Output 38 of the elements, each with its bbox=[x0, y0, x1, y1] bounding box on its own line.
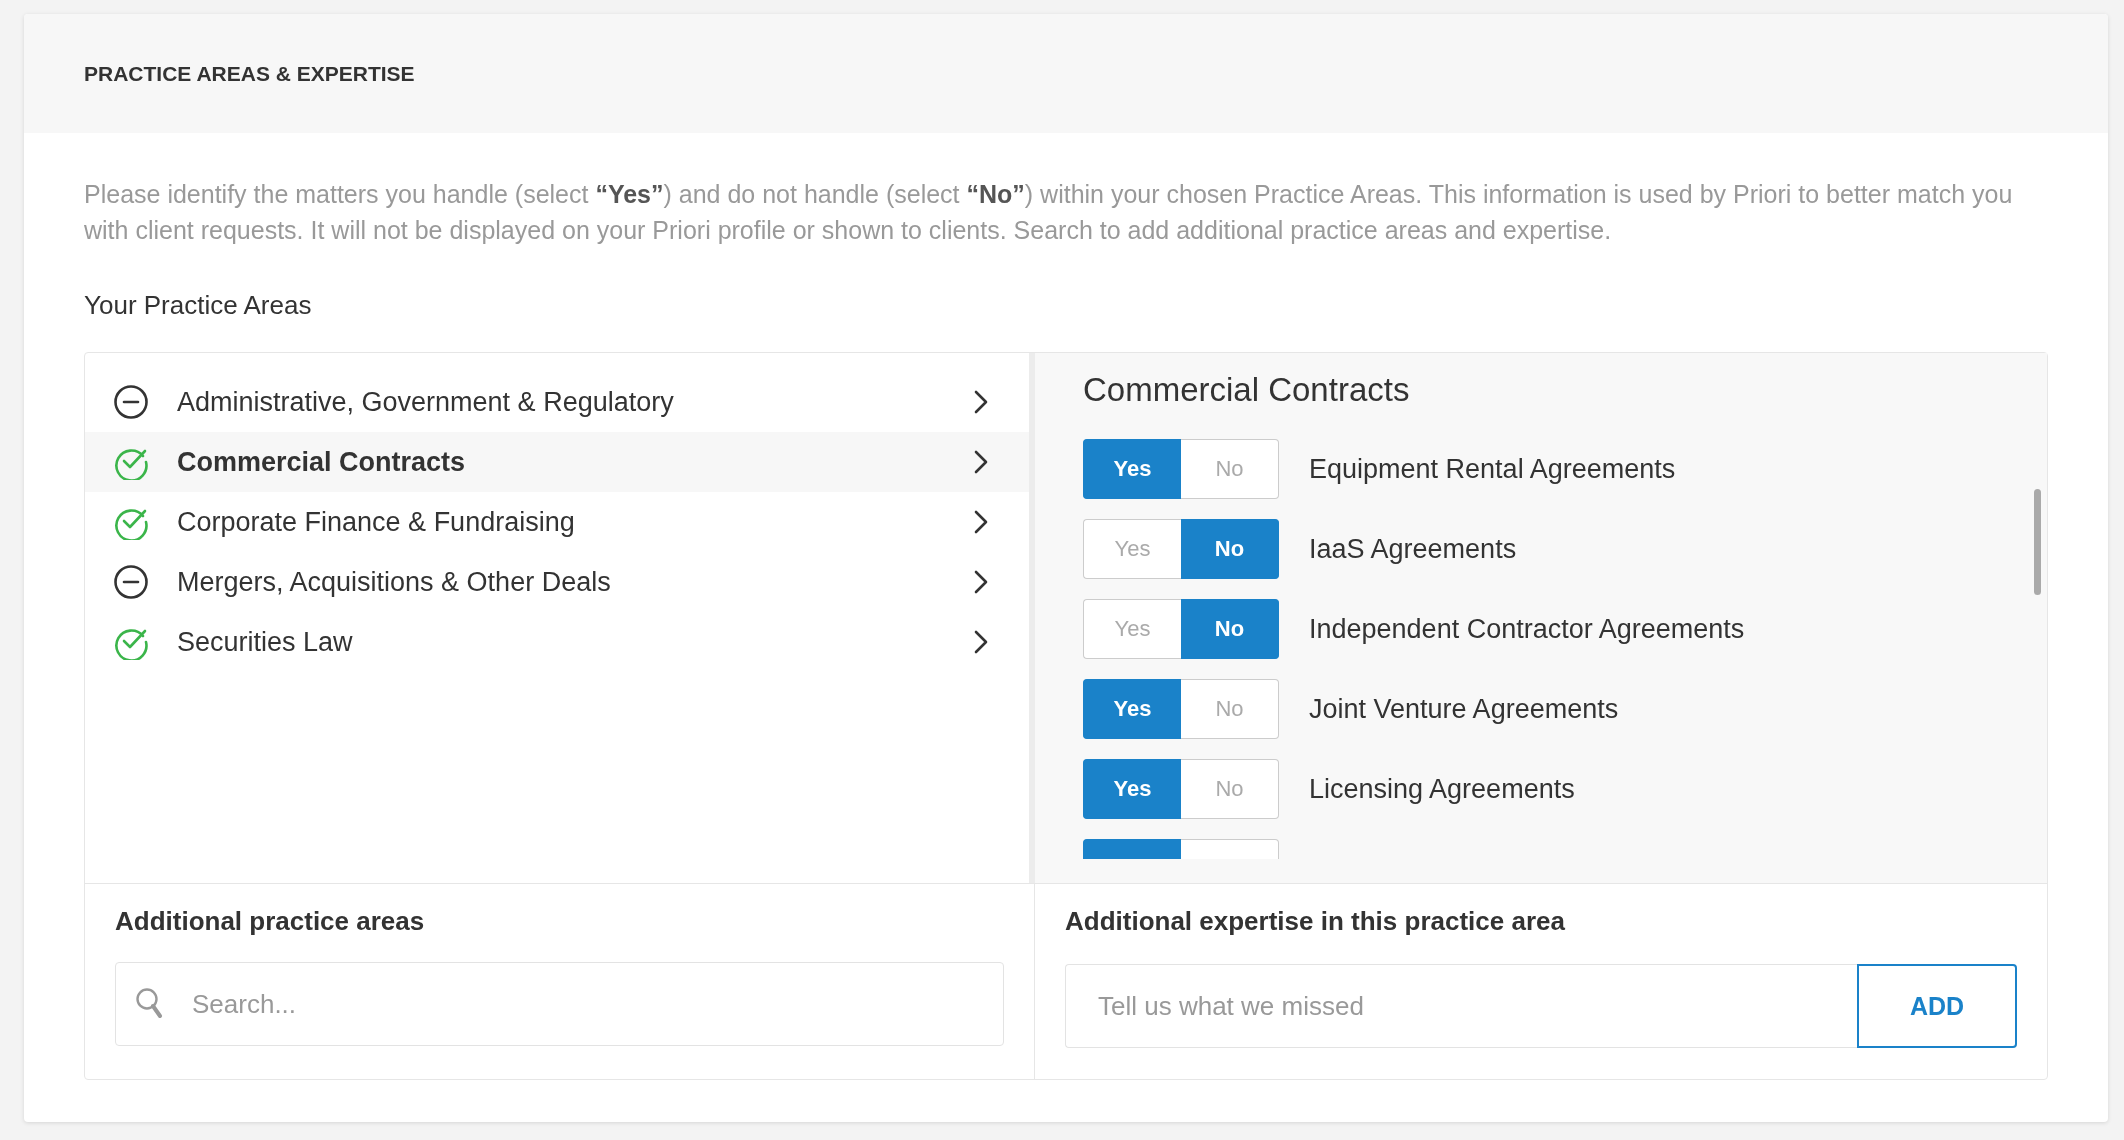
no-option[interactable]: No bbox=[1181, 519, 1279, 579]
chevron-right-icon bbox=[973, 389, 989, 415]
minus-circle-icon bbox=[113, 384, 149, 420]
yes-option[interactable]: Yes bbox=[1083, 439, 1181, 499]
chevron-right-icon bbox=[973, 629, 989, 655]
practice-area-item[interactable]: Commercial Contracts bbox=[85, 432, 1029, 492]
chevron-right-icon bbox=[973, 509, 989, 535]
description-text: Please identify the matters you handle (select “Yes”) and do not handle (select “No”) within your chosen Practice Areas. This information is used by Priori to better match you with client requests. It will not be displayed on your Priori profile or shown to clients. Search to add additional practice areas and expertise. bbox=[84, 179, 2014, 246]
yes-option[interactable]: Yes bbox=[1083, 679, 1181, 739]
yes-option[interactable]: Yes bbox=[1083, 519, 1181, 579]
section-heading: PRACTICE AREAS & EXPERTISE bbox=[84, 61, 415, 86]
practice-area-item[interactable]: Administrative, Government & Regulatory bbox=[85, 372, 1029, 432]
practice-area-title: Commercial Contracts bbox=[1083, 371, 1411, 410]
no-option[interactable]: No bbox=[1181, 439, 1279, 499]
no-option[interactable]: No bbox=[1181, 679, 1279, 739]
scrollbar-thumb[interactable] bbox=[2034, 489, 2041, 595]
no-option[interactable]: No bbox=[1181, 759, 1279, 819]
yes-option[interactable]: Yes bbox=[1083, 759, 1181, 819]
expertise-label: Licensing Agreements bbox=[1309, 773, 1575, 805]
chevron-right-icon bbox=[973, 449, 989, 475]
practice-area-item[interactable]: Mergers, Acquisitions & Other Deals bbox=[85, 552, 1029, 612]
add-button[interactable]: ADD bbox=[1857, 964, 2017, 1048]
expertise-label: Independent Contractor Agreements bbox=[1309, 613, 1745, 645]
subsection-title: Your Practice Areas bbox=[84, 290, 313, 322]
yes-option[interactable]: Yes bbox=[1083, 599, 1181, 659]
search-icon bbox=[135, 987, 165, 1021]
minus-circle-icon bbox=[113, 564, 149, 600]
practice-area-item[interactable]: Securities Law bbox=[85, 612, 1029, 672]
chevron-right-icon bbox=[973, 569, 989, 595]
expertise-input[interactable]: Tell us what we missed bbox=[1065, 964, 1857, 1048]
expertise-label: Equipment Rental Agreements bbox=[1309, 453, 1676, 485]
practice-area-item[interactable]: Corporate Finance & Fundraising bbox=[85, 492, 1029, 552]
search-field[interactable]: Search... bbox=[115, 962, 1004, 1046]
no-option[interactable]: No bbox=[1181, 599, 1279, 659]
expertise-label: Joint Venture Agreements bbox=[1309, 693, 1619, 725]
field-label: Additional expertise in this practice area bbox=[1065, 906, 1566, 938]
expertise-label: IaaS Agreements bbox=[1309, 533, 1517, 565]
field-label: Additional practice areas bbox=[115, 906, 426, 938]
